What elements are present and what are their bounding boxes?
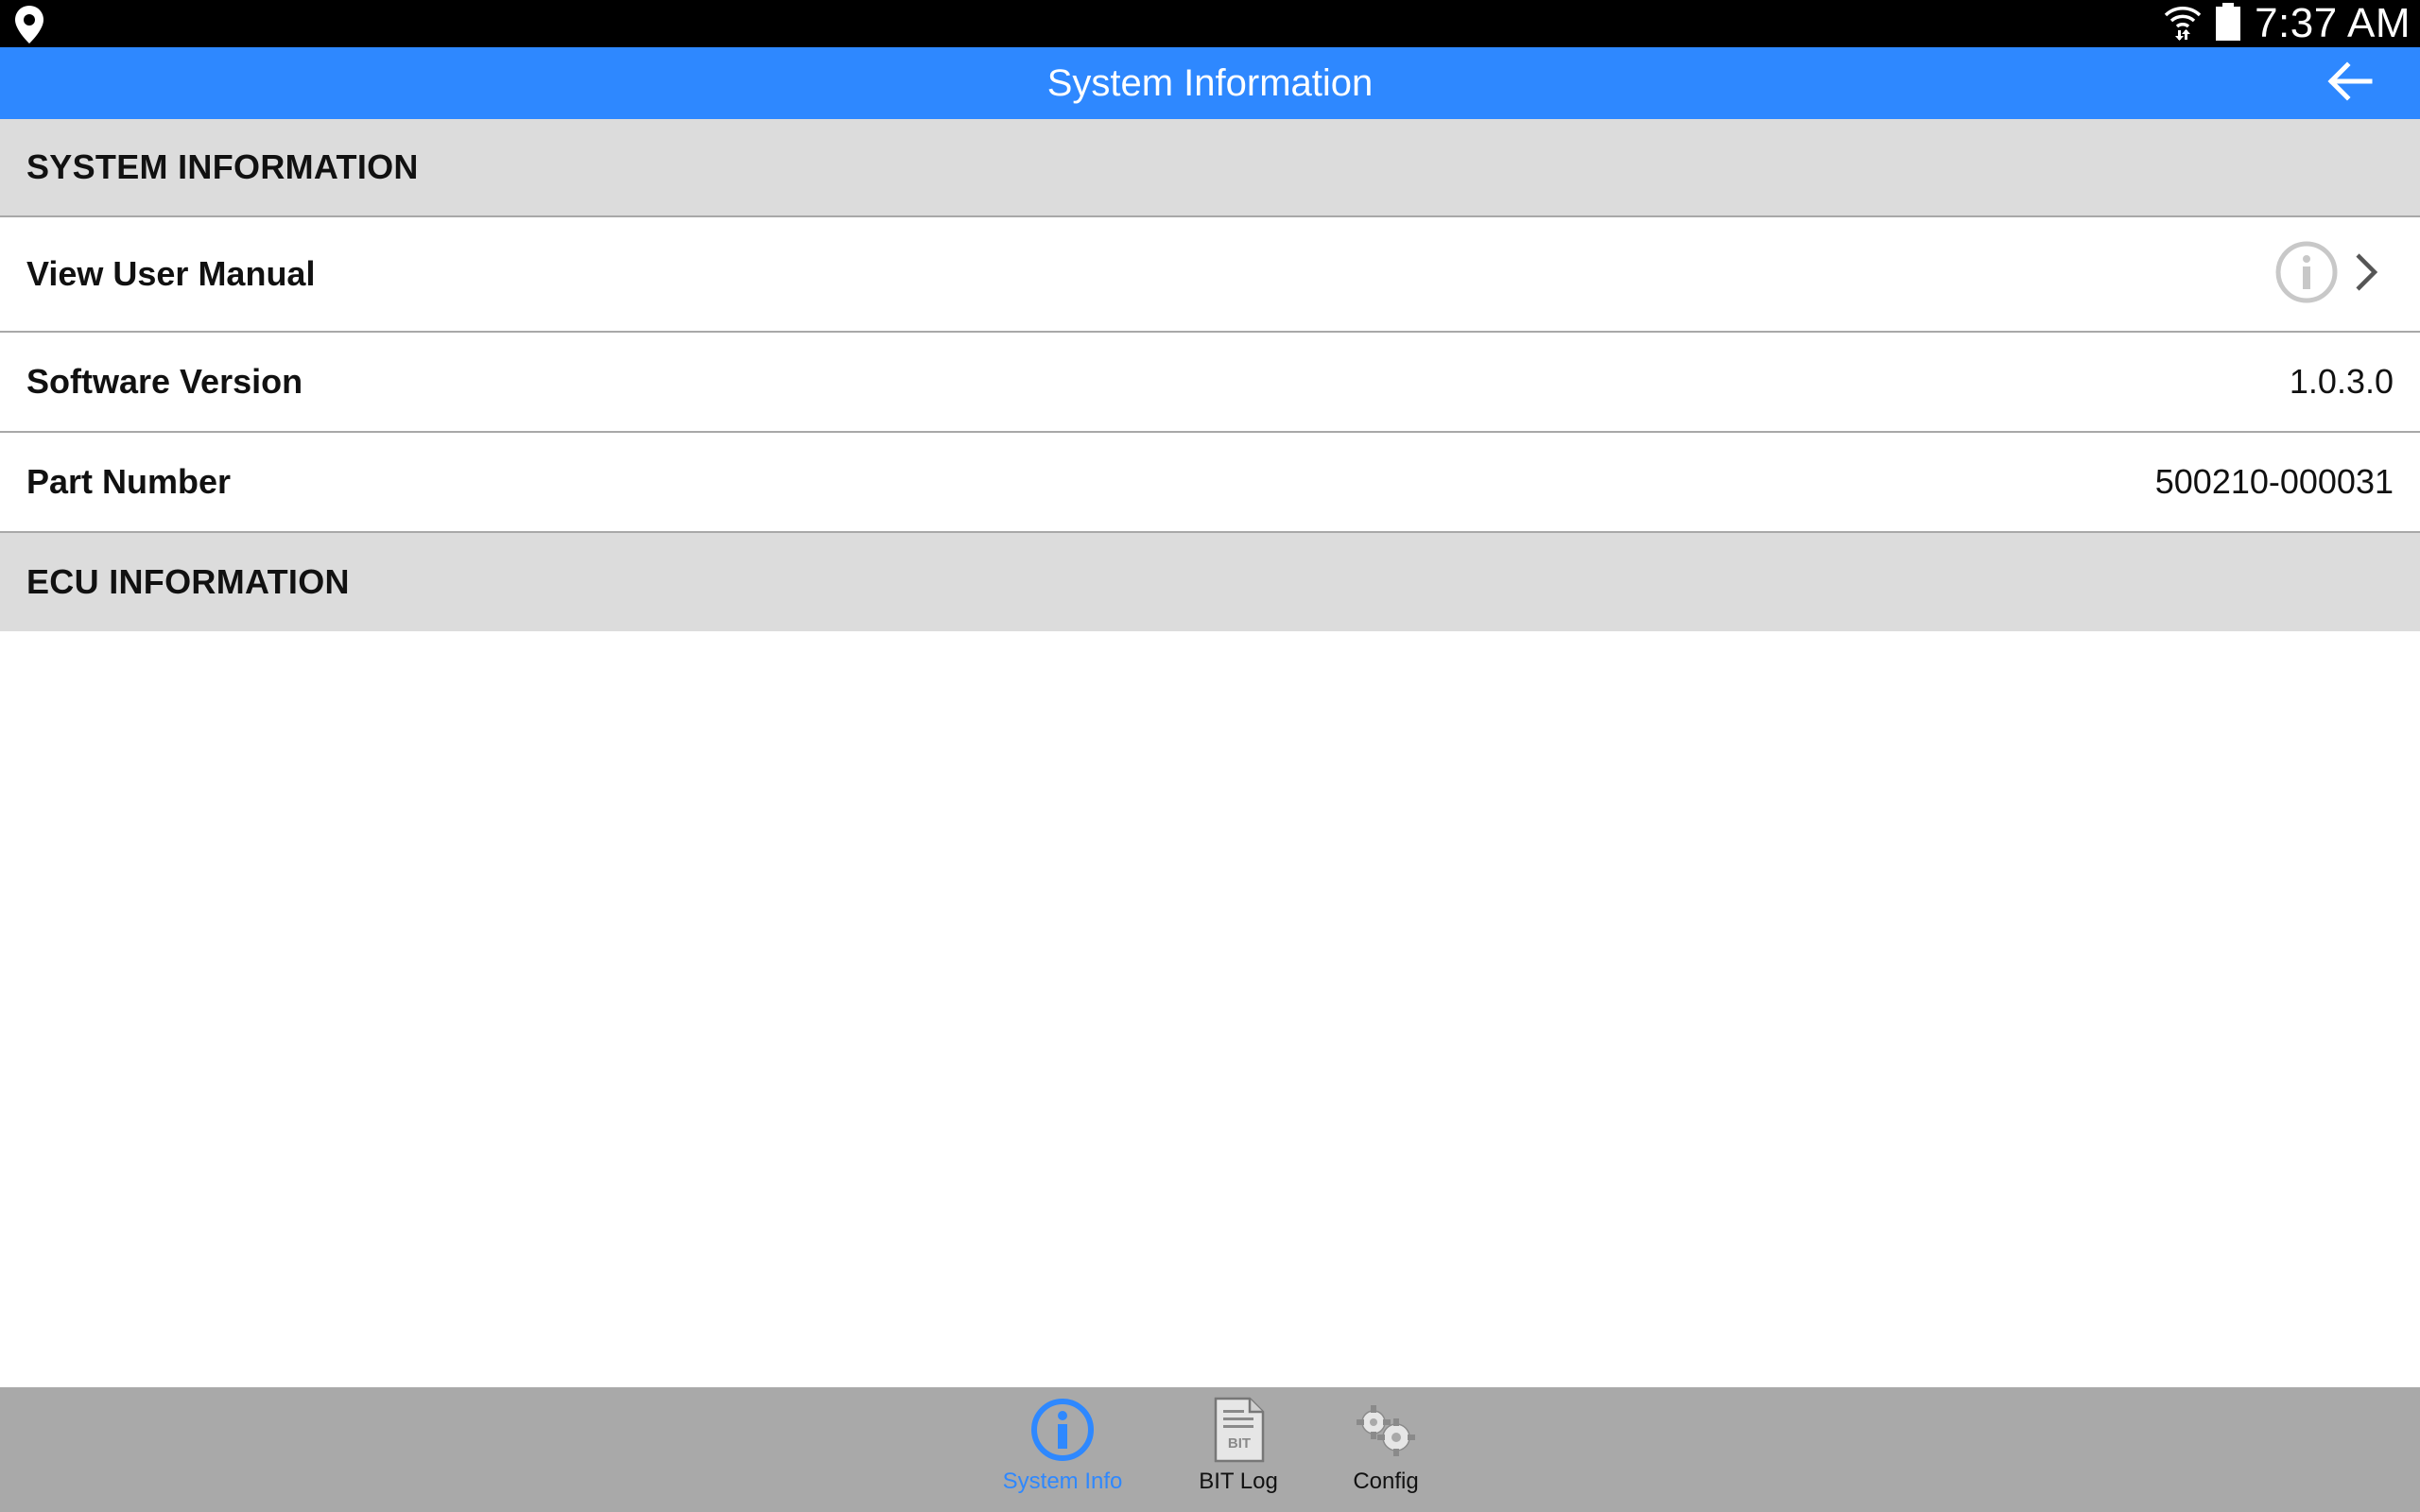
status-bar: 7:37 AM xyxy=(0,0,2420,47)
page-title: System Information xyxy=(1046,62,1374,104)
software-version-row: Software Version 1.0.3.0 xyxy=(0,333,2420,433)
status-time: 7:37 AM xyxy=(2255,0,2411,46)
row-actions xyxy=(2274,240,2380,309)
tab-bit-log-label: BIT Log xyxy=(1199,1469,1278,1494)
info-circle-icon xyxy=(1029,1397,1096,1463)
chevron-right-icon xyxy=(2352,249,2380,300)
status-icons: 7:37 AM xyxy=(2164,0,2411,47)
tab-config[interactable]: Config xyxy=(1329,1397,1443,1506)
gears-icon xyxy=(1353,1397,1419,1463)
location-pin-icon xyxy=(13,4,45,45)
back-arrow-icon xyxy=(2326,60,2374,107)
section-header-ecu-information: ECU INFORMATION xyxy=(0,533,2420,631)
section-header-system-information: SYSTEM INFORMATION xyxy=(0,119,2420,217)
content: SYSTEM INFORMATION View User Manual Soft… xyxy=(0,119,2420,631)
part-number-row: Part Number 500210-000031 xyxy=(0,433,2420,533)
bottom-tab-bar: System Info BIT BIT Log Config xyxy=(0,1387,2420,1512)
bit-icon-text: BIT xyxy=(1228,1435,1251,1452)
part-number-label: Part Number xyxy=(26,462,232,501)
tab-bit-log[interactable]: BIT BIT Log xyxy=(1182,1397,1295,1506)
part-number-value: 500210-000031 xyxy=(2154,462,2394,501)
software-version-label: Software Version xyxy=(26,362,303,401)
back-button[interactable] xyxy=(2324,59,2377,108)
wifi-icon xyxy=(2164,2,2202,46)
battery-icon xyxy=(2215,2,2241,46)
software-version-value: 1.0.3.0 xyxy=(2289,362,2394,401)
screen: 7:37 AM System Information SYSTEM INFORM… xyxy=(0,0,2420,1512)
tab-system-info-label: System Info xyxy=(1002,1469,1123,1494)
tab-system-info[interactable]: System Info xyxy=(996,1397,1129,1506)
tab-config-label: Config xyxy=(1353,1469,1419,1494)
view-user-manual-row[interactable]: View User Manual xyxy=(0,217,2420,333)
view-user-manual-label: View User Manual xyxy=(26,254,316,293)
document-icon: BIT xyxy=(1205,1397,1271,1463)
info-circle-icon[interactable] xyxy=(2274,240,2339,309)
title-bar: System Information xyxy=(0,47,2420,119)
